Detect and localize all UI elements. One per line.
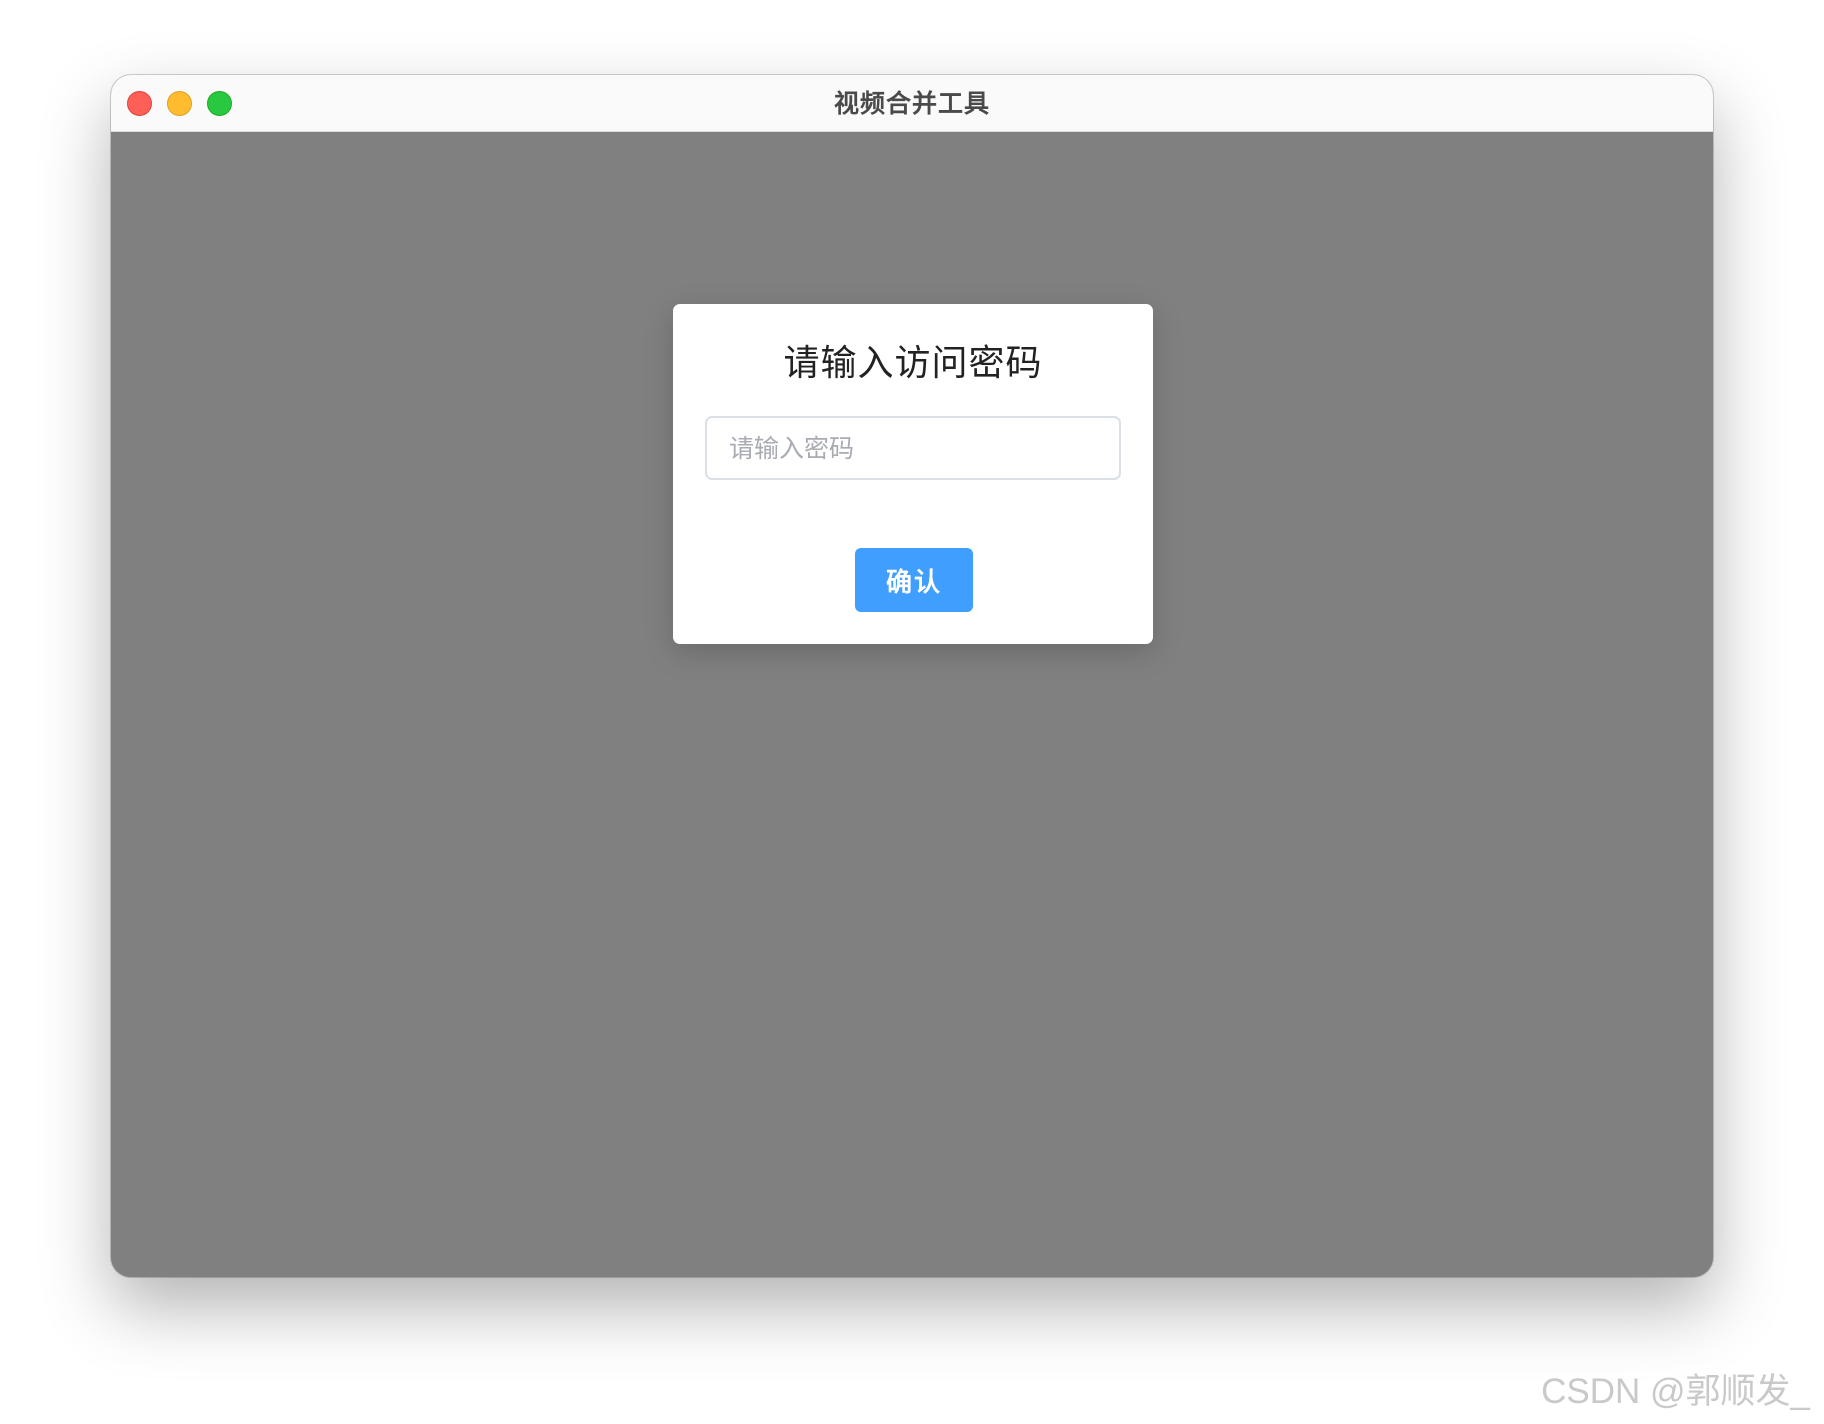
watermark: CSDN @郭顺发_ <box>1541 1372 1810 1411</box>
modal-overlay: 请输入访问密码 确认 <box>111 132 1713 1277</box>
password-input[interactable] <box>705 416 1121 480</box>
dialog-title: 请输入访问密码 <box>783 343 1043 384</box>
app-window: 视频合并工具 请输入访问密码 确认 <box>111 75 1713 1277</box>
password-dialog: 请输入访问密码 确认 <box>673 304 1153 644</box>
confirm-button[interactable]: 确认 <box>855 548 973 612</box>
title-bar: 视频合并工具 <box>111 75 1713 132</box>
window-title: 视频合并工具 <box>833 89 990 118</box>
